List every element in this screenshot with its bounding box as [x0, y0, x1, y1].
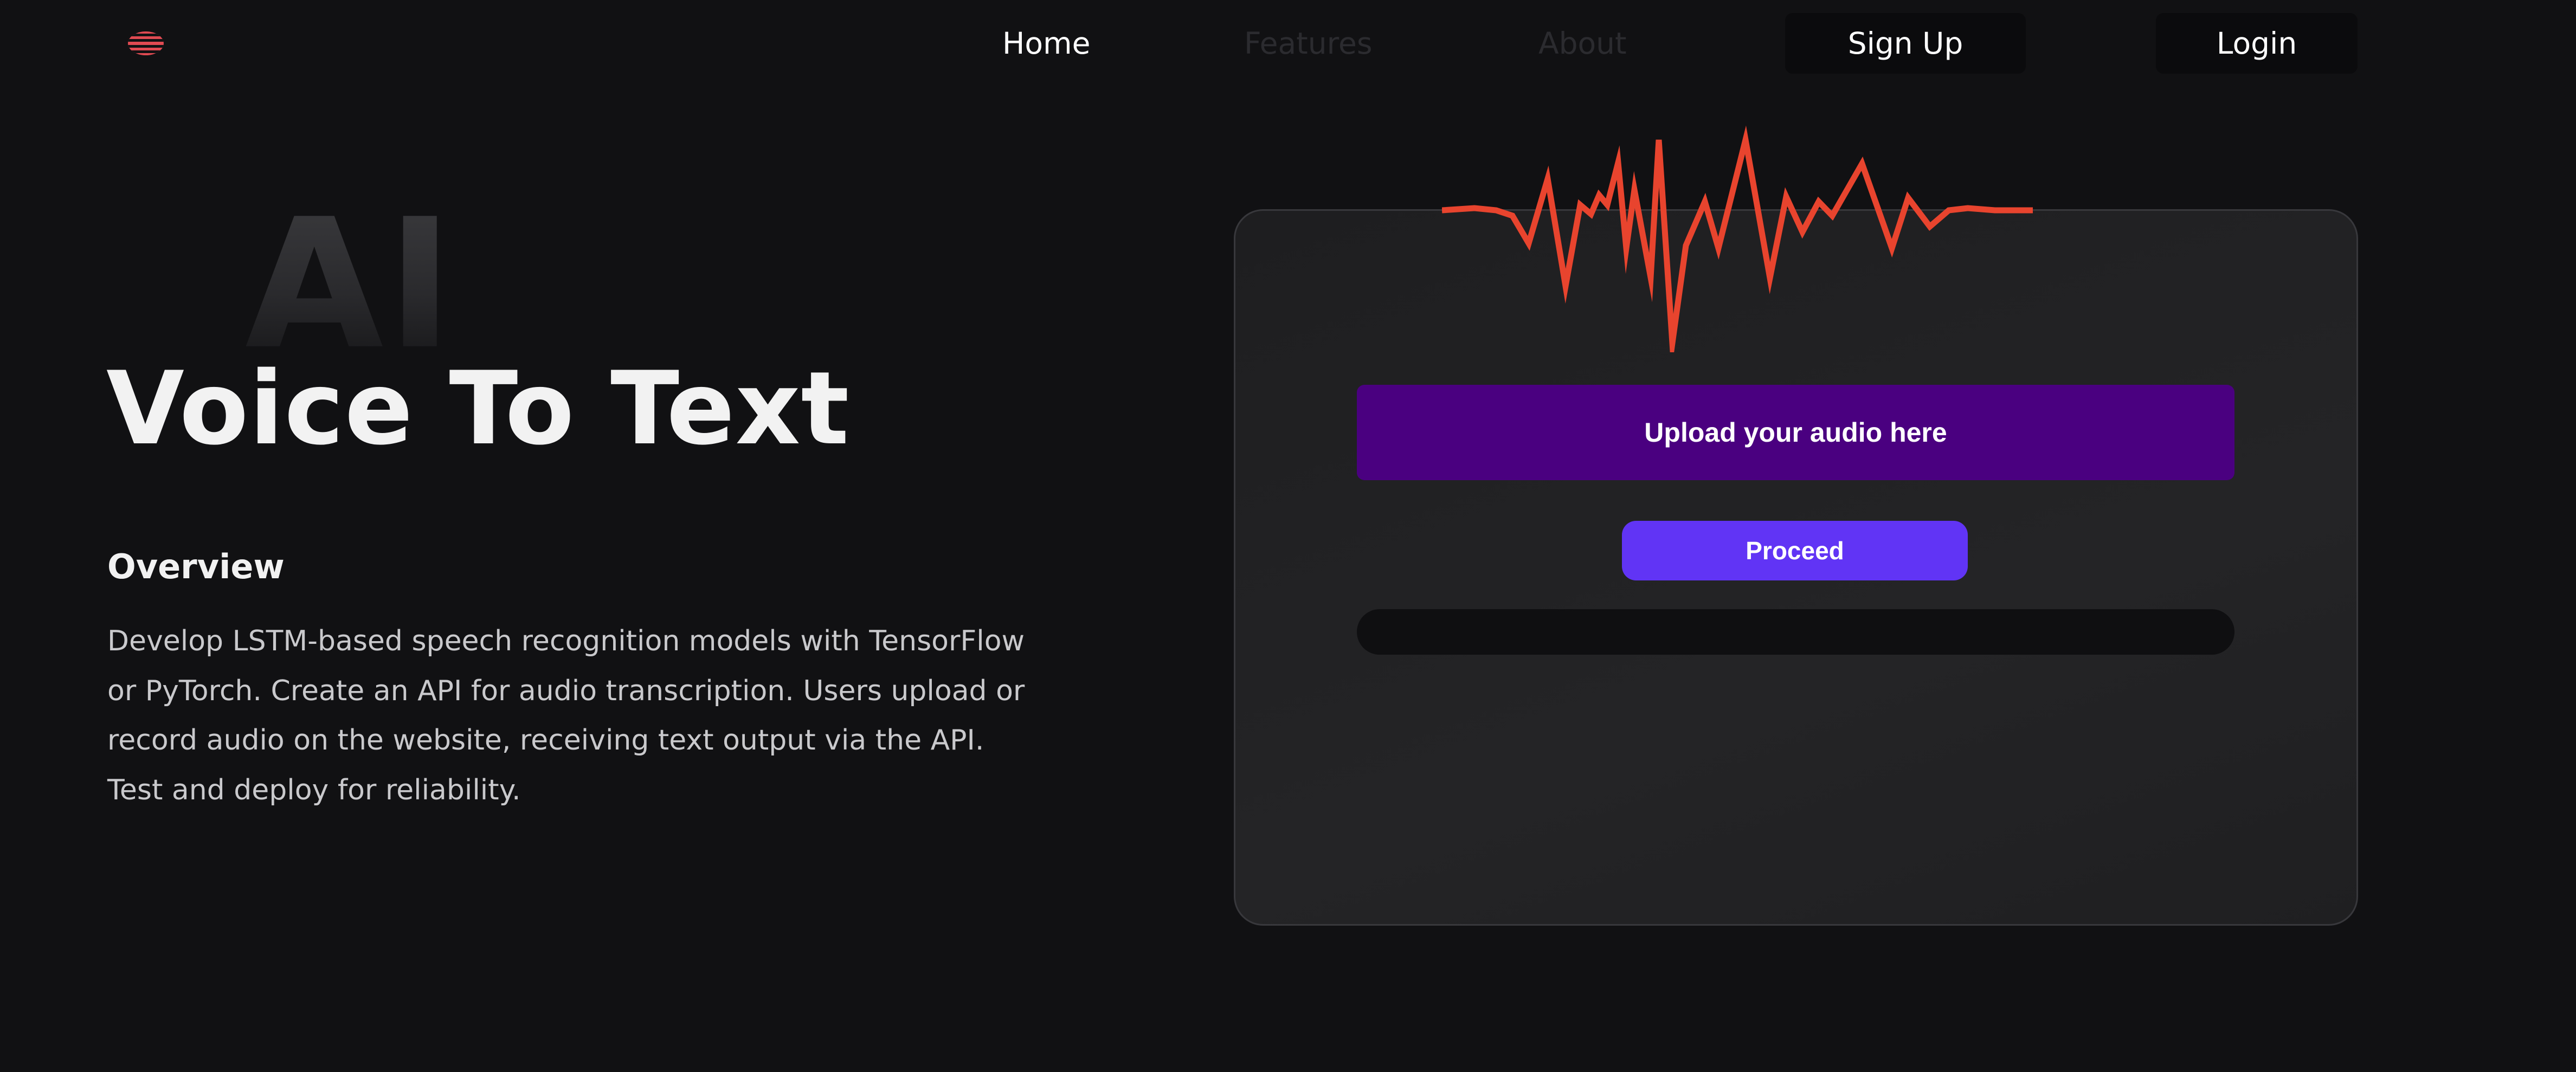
hero-backdrop-text: AI: [245, 180, 457, 389]
overview-description: Develop LSTM-based speech recognition mo…: [107, 625, 1025, 806]
page-title: Voice To Text: [106, 350, 850, 467]
login-button[interactable]: Login: [2156, 13, 2358, 74]
sound-wave-icon: [1441, 125, 2033, 372]
nav-link-about[interactable]: About: [1538, 28, 1658, 59]
upload-audio-button[interactable]: Upload your audio here: [1357, 385, 2234, 480]
transcription-output-field[interactable]: [1357, 609, 2234, 655]
sign-up-button[interactable]: Sign Up: [1785, 13, 2026, 74]
nav-link-features[interactable]: Features: [1244, 28, 1412, 59]
logo-icon[interactable]: [127, 30, 165, 56]
overview-heading: Overview: [107, 547, 285, 586]
proceed-button[interactable]: Proceed: [1622, 521, 1968, 580]
nav-link-home[interactable]: Home: [1002, 28, 1116, 59]
